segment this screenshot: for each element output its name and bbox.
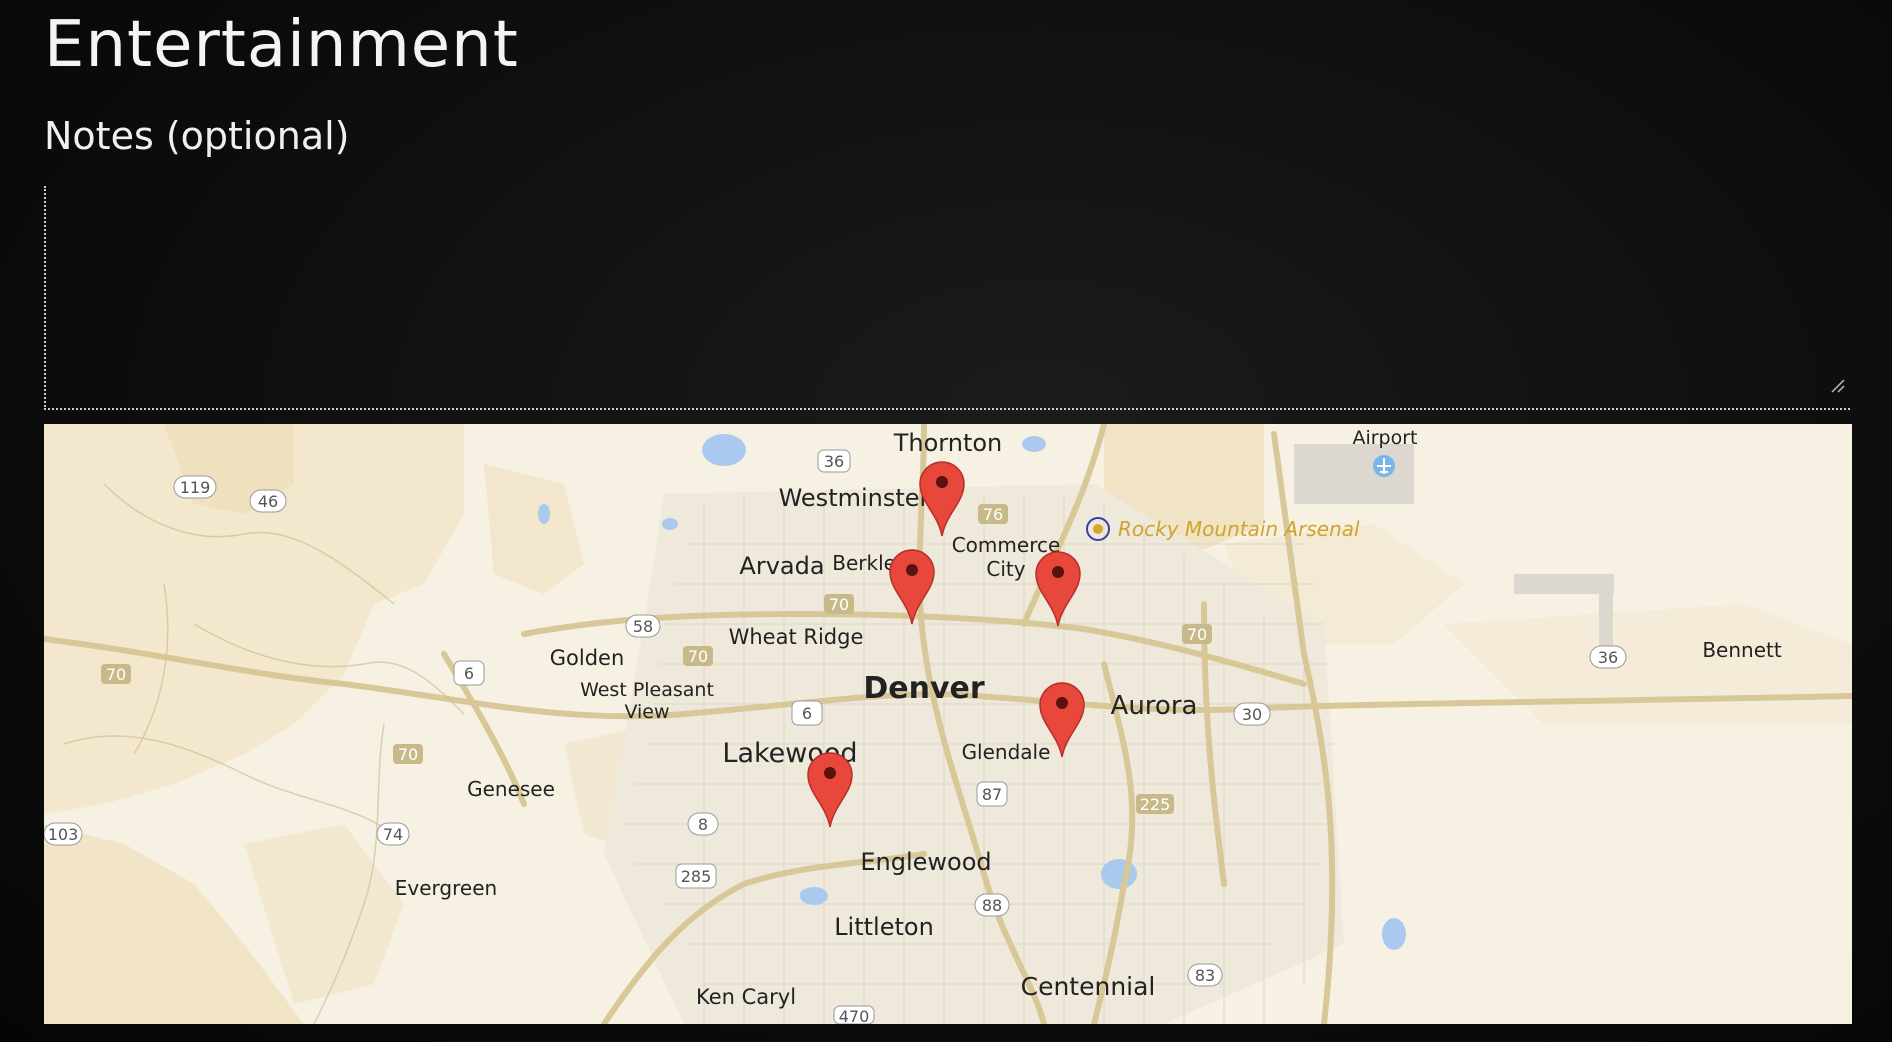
shield-36: 36 bbox=[817, 449, 851, 473]
place-airport: Airport bbox=[1352, 427, 1417, 449]
svg-text:285: 285 bbox=[681, 867, 712, 886]
place-westminster: Westminster bbox=[779, 484, 930, 512]
place-bennett: Bennett bbox=[1702, 638, 1782, 662]
shield-70: 70 bbox=[683, 646, 713, 666]
place-genesee: Genesee bbox=[467, 777, 555, 801]
svg-text:119: 119 bbox=[180, 478, 211, 497]
svg-text:225: 225 bbox=[1140, 795, 1171, 814]
place-arvada: Arvada bbox=[739, 552, 824, 580]
shield-76: 76 bbox=[978, 504, 1008, 524]
resize-grip-icon[interactable] bbox=[1830, 378, 1846, 394]
shield-119: 119 bbox=[173, 475, 217, 499]
shield-30: 30 bbox=[1233, 702, 1271, 726]
shield-70: 70 bbox=[101, 664, 131, 684]
place-wheat-ridge: Wheat Ridge bbox=[729, 625, 864, 649]
shield-46: 46 bbox=[249, 489, 287, 513]
place-west-pleasant-view: West Pleasant bbox=[580, 679, 714, 701]
svg-text:30: 30 bbox=[1242, 705, 1262, 724]
shield-70: 70 bbox=[393, 744, 423, 764]
place-centennial: Centennial bbox=[1021, 972, 1156, 1001]
place-englewood: Englewood bbox=[860, 848, 991, 876]
shield-285: 285 bbox=[675, 863, 717, 889]
svg-text:103: 103 bbox=[48, 825, 79, 844]
svg-text:36: 36 bbox=[1598, 648, 1618, 667]
place-commerce-city: Commerce bbox=[952, 533, 1061, 557]
place-littleton: Littleton bbox=[834, 913, 934, 941]
shield-87: 87 bbox=[976, 781, 1008, 807]
svg-text:46: 46 bbox=[258, 492, 278, 511]
svg-text:70: 70 bbox=[398, 745, 418, 764]
svg-text:6: 6 bbox=[802, 704, 812, 723]
page-title: Entertainment bbox=[44, 8, 519, 82]
shield-88: 88 bbox=[974, 893, 1010, 917]
place-thornton: Thornton bbox=[893, 429, 1003, 457]
svg-text:74: 74 bbox=[383, 825, 403, 844]
svg-text:36: 36 bbox=[824, 452, 844, 471]
shield-6: 6 bbox=[791, 700, 823, 726]
map[interactable]: 119 46 36 76 70 58 70 6 70 6 70 70 30 36… bbox=[44, 424, 1852, 1024]
svg-text:70: 70 bbox=[106, 665, 126, 684]
shield-36: 36 bbox=[1589, 645, 1627, 669]
svg-text:70: 70 bbox=[1187, 625, 1207, 644]
shield-6: 6 bbox=[453, 660, 485, 686]
place-commerce-city: City bbox=[986, 557, 1025, 581]
svg-text:87: 87 bbox=[982, 785, 1002, 804]
place-rocky-mountain-arsenal: Rocky Mountain Arsenal bbox=[1118, 517, 1360, 541]
svg-text:70: 70 bbox=[688, 647, 708, 666]
place-glendale: Glendale bbox=[962, 740, 1051, 764]
place-ken-caryl: Ken Caryl bbox=[696, 985, 796, 1009]
place-aurora: Aurora bbox=[1111, 691, 1198, 721]
notes-textarea[interactable] bbox=[44, 186, 1850, 410]
shield-70: 70 bbox=[824, 594, 854, 614]
svg-text:58: 58 bbox=[633, 617, 653, 636]
svg-text:8: 8 bbox=[698, 815, 708, 834]
shield-225: 225 bbox=[1136, 794, 1174, 814]
svg-text:470: 470 bbox=[839, 1007, 870, 1024]
shield-470: 470 bbox=[833, 1005, 875, 1024]
svg-text:6: 6 bbox=[464, 664, 474, 683]
notes-label: Notes (optional) bbox=[44, 114, 350, 158]
svg-text:83: 83 bbox=[1195, 966, 1215, 985]
svg-text:88: 88 bbox=[982, 896, 1002, 915]
place-golden: Golden bbox=[550, 646, 625, 670]
shield-83: 83 bbox=[1187, 963, 1223, 987]
shield-103: 103 bbox=[44, 822, 83, 846]
place-west-pleasant-view: View bbox=[624, 701, 669, 723]
shield-70: 70 bbox=[1182, 624, 1212, 644]
svg-text:70: 70 bbox=[829, 595, 849, 614]
svg-text:76: 76 bbox=[983, 505, 1003, 524]
place-denver: Denver bbox=[863, 671, 985, 706]
shield-8: 8 bbox=[687, 812, 719, 836]
place-evergreen: Evergreen bbox=[395, 876, 497, 900]
shield-74: 74 bbox=[376, 822, 410, 846]
shield-58: 58 bbox=[625, 614, 661, 638]
